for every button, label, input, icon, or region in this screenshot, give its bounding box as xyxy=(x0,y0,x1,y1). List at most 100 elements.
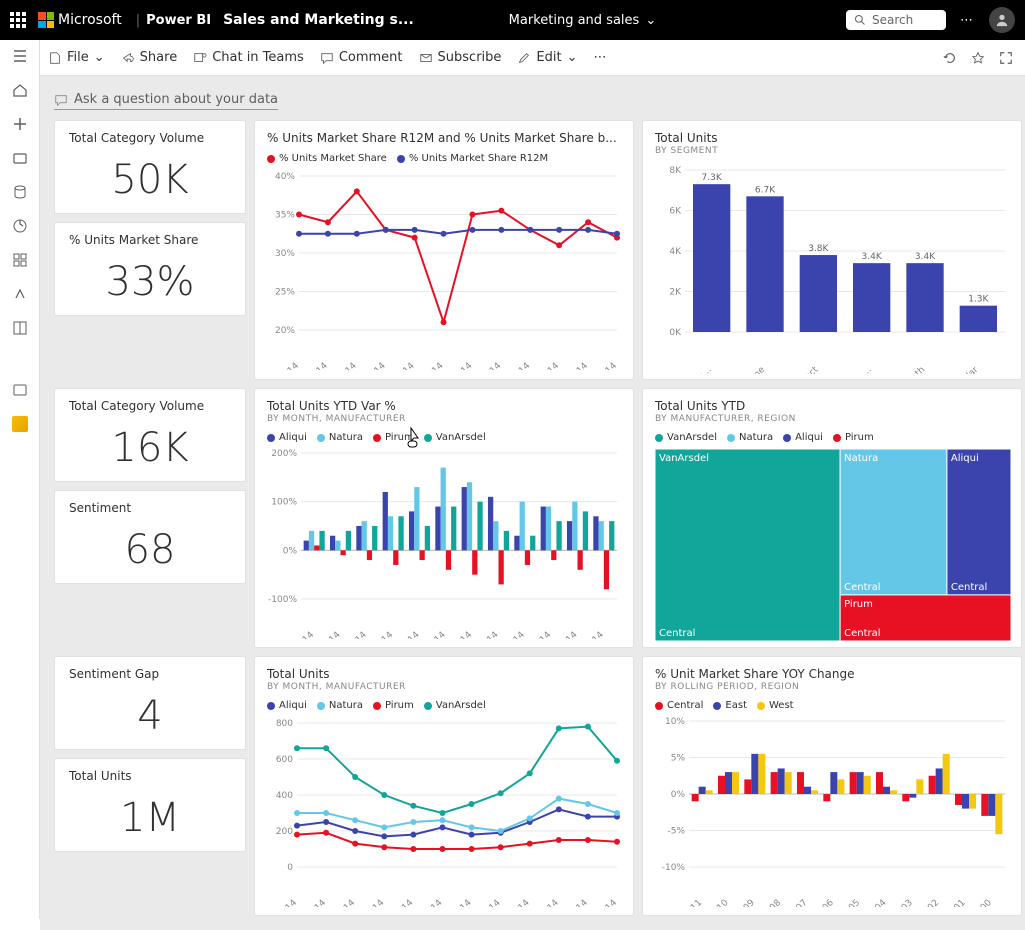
fullscreen-icon[interactable] xyxy=(999,51,1013,65)
chevron-down-icon: ⌄ xyxy=(94,50,105,65)
svg-text:Mar-14: Mar-14 xyxy=(328,898,357,907)
svg-text:Aliqui: Aliqui xyxy=(951,453,979,464)
svg-text:0: 0 xyxy=(287,863,293,873)
svg-text:P-02: P-02 xyxy=(920,898,941,907)
home-icon[interactable] xyxy=(12,82,28,98)
svg-text:Oct-14: Oct-14 xyxy=(532,898,561,907)
svg-text:P-11: P-11 xyxy=(683,898,704,907)
svg-text:Apr-14: Apr-14 xyxy=(358,898,386,907)
svg-text:Oct-14: Oct-14 xyxy=(533,361,562,370)
svg-text:-10%: -10% xyxy=(662,863,686,873)
deployment-icon[interactable] xyxy=(12,286,28,302)
refresh-icon[interactable] xyxy=(943,51,957,65)
subscribe-button[interactable]: Subscribe xyxy=(419,50,502,65)
workspace-name[interactable]: Sales and Marketing s... xyxy=(223,12,414,28)
chart-svg: VanArsdelCentralNaturaCentralAliquiCentr… xyxy=(655,449,1011,641)
svg-text:Jan-14: Jan-14 xyxy=(288,630,316,639)
svg-text:P-04: P-04 xyxy=(867,898,888,907)
chevron-down-icon: ⌄ xyxy=(645,13,656,28)
svg-text:6.7K: 6.7K xyxy=(755,185,776,195)
svg-text:P-05: P-05 xyxy=(841,898,862,907)
kpi-tile[interactable]: Sentiment Gap4 xyxy=(54,656,246,750)
page-selector[interactable]: Marketing and sales ⌄ xyxy=(509,13,657,28)
apps-icon[interactable] xyxy=(12,252,28,268)
svg-text:30%: 30% xyxy=(275,249,295,259)
browse-icon[interactable] xyxy=(12,150,28,166)
workspaces-icon[interactable] xyxy=(12,382,28,398)
user-avatar[interactable] xyxy=(989,7,1015,33)
svg-text:P-08: P-08 xyxy=(762,898,783,907)
svg-text:3.4K: 3.4K xyxy=(915,252,936,262)
data-hub-icon[interactable] xyxy=(12,184,28,200)
kpi-tile[interactable]: Total Category Volume50K xyxy=(54,120,246,214)
chat-teams-button[interactable]: Chat in Teams xyxy=(193,50,304,65)
dashboard-canvas: Ask a question about your data Total Cat… xyxy=(40,76,1025,930)
plus-icon[interactable] xyxy=(12,116,28,132)
kpi-tile[interactable]: Total Category Volume16K xyxy=(54,388,246,482)
svg-text:Jan-14: Jan-14 xyxy=(273,361,301,370)
svg-text:Central: Central xyxy=(659,628,695,639)
chat-icon xyxy=(54,93,68,107)
svg-text:Nov-14: Nov-14 xyxy=(560,361,590,370)
tile-treemap[interactable]: Total Units YTD BY MANUFACTURER, REGION … xyxy=(642,388,1022,648)
top-bar: Microsoft | Power BI Sales and Marketing… xyxy=(0,0,1025,40)
svg-text:May-14: May-14 xyxy=(386,361,417,370)
svg-text:Jan-14: Jan-14 xyxy=(271,898,299,907)
global-search[interactable]: Search xyxy=(846,10,946,30)
svg-text:Feb-14: Feb-14 xyxy=(299,898,328,907)
kpi-tile[interactable]: Total Units1M xyxy=(54,758,246,852)
svg-text:Jun-14: Jun-14 xyxy=(420,630,448,639)
search-icon xyxy=(854,14,866,26)
svg-text:600: 600 xyxy=(276,755,293,765)
svg-text:P-10: P-10 xyxy=(709,898,730,907)
tile-market-share-line[interactable]: % Units Market Share R12M and % Units Ma… xyxy=(254,120,634,380)
svg-text:May-14: May-14 xyxy=(391,630,422,639)
svg-text:100%: 100% xyxy=(271,498,297,508)
powerbi-workspace-icon[interactable] xyxy=(12,416,28,432)
svg-text:Aug-14: Aug-14 xyxy=(473,898,503,907)
favorite-icon[interactable] xyxy=(971,51,985,65)
svg-text:5%: 5% xyxy=(671,754,686,764)
svg-text:Sep-14: Sep-14 xyxy=(503,361,533,370)
svg-text:Jul-14: Jul-14 xyxy=(449,361,475,370)
svg-text:Oct-14: Oct-14 xyxy=(525,630,554,639)
learn-icon[interactable] xyxy=(12,320,28,336)
file-menu[interactable]: File⌄ xyxy=(48,50,105,65)
tile-ytd-var[interactable]: Total Units YTD Var % BY MONTH, MANUFACT… xyxy=(254,388,634,648)
svg-text:Feb-14: Feb-14 xyxy=(314,630,343,639)
app-launcher-icon[interactable] xyxy=(10,12,26,28)
edit-button[interactable]: Edit⌄ xyxy=(517,50,577,65)
svg-text:Nov-14: Nov-14 xyxy=(560,898,590,907)
svg-text:Youth: Youth xyxy=(902,365,927,374)
svg-text:P-07: P-07 xyxy=(788,898,809,907)
chart-svg: -10%-5%0%5%10%P-11P-10P-09P-08P-07P-06P-… xyxy=(655,717,1011,907)
kpi-tile[interactable]: Sentiment68 xyxy=(54,490,246,584)
hamburger-icon[interactable] xyxy=(12,48,28,64)
svg-text:Regular: Regular xyxy=(949,365,981,374)
svg-text:Mar-14: Mar-14 xyxy=(340,630,369,639)
brand-label: Microsoft xyxy=(58,12,122,28)
chart-svg: -100%0%100%200%Jan-14Feb-14Mar-14Apr-14M… xyxy=(267,449,623,639)
svg-text:Central: Central xyxy=(951,582,987,593)
svg-text:P-06: P-06 xyxy=(815,898,836,907)
share-button[interactable]: Share xyxy=(121,50,178,65)
svg-text:P-00: P-00 xyxy=(973,898,994,907)
tile-yoy[interactable]: % Unit Market Share YOY Change BY ROLLIN… xyxy=(642,656,1022,916)
svg-text:400: 400 xyxy=(276,791,293,801)
action-toolbar: File⌄ Share Chat in Teams Comment Subscr… xyxy=(0,40,1025,76)
qa-input[interactable]: Ask a question about your data xyxy=(54,90,278,110)
svg-text:35%: 35% xyxy=(275,211,295,221)
comment-button[interactable]: Comment xyxy=(320,50,403,65)
more-icon[interactable]: ⋯ xyxy=(594,50,609,65)
svg-text:-100%: -100% xyxy=(268,595,297,605)
svg-text:Aug-14: Aug-14 xyxy=(474,361,504,370)
kpi-tile[interactable]: % Units Market Share33% xyxy=(54,222,246,316)
svg-text:Nov-14: Nov-14 xyxy=(550,630,580,639)
svg-text:Dec-14: Dec-14 xyxy=(589,361,619,370)
svg-text:Pirum: Pirum xyxy=(844,599,873,610)
more-icon[interactable]: ⋯ xyxy=(960,13,975,28)
tile-segment-bar[interactable]: Total Units BY SEGMENT 0K2K4K6K8K7.3KPro… xyxy=(642,120,1022,380)
tile-units-line[interactable]: Total Units BY MONTH, MANUFACTURER Aliqu… xyxy=(254,656,634,916)
svg-text:0%: 0% xyxy=(283,546,298,556)
goals-icon[interactable] xyxy=(12,218,28,234)
